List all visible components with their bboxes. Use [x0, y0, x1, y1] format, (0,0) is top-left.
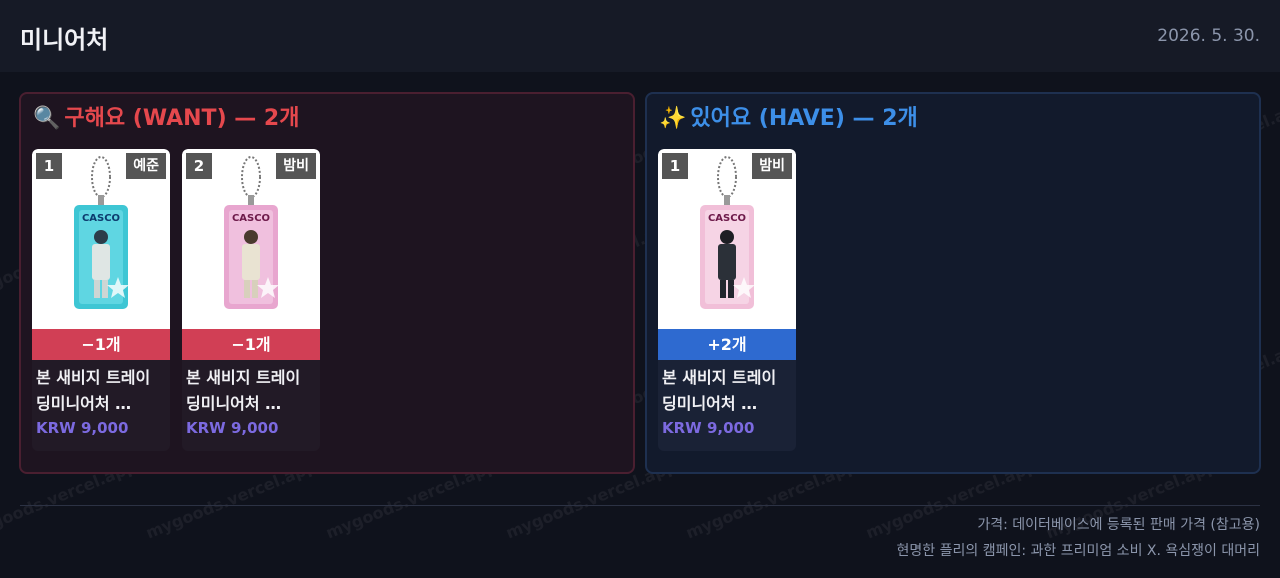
footer-divider [20, 505, 1260, 506]
page-title: 미니어처 [20, 26, 109, 54]
count-bar: −1개 [32, 329, 170, 360]
sparkles-icon: ✨ [659, 106, 687, 131]
product-price: KRW 9,000 [186, 419, 279, 437]
rank-badge: 1 [662, 153, 688, 179]
product-image: CASCO 1 예준 [32, 149, 170, 329]
product-name-line2: 딩미니어처 … [36, 394, 132, 413]
magnifier-icon: 🔍 [33, 106, 61, 131]
want-title-text: 구해요 (WANT) — 2개 [64, 106, 300, 131]
product-name-line1: 본 새비지 트레이 [36, 368, 151, 387]
count-bar: −1개 [182, 329, 320, 360]
have-title-text: 있어요 (HAVE) — 2개 [690, 106, 918, 131]
product-name: 본 새비지 트레이 딩미니어처 … [186, 365, 318, 417]
product-image: CASCO 2 밤비 [182, 149, 320, 329]
rank-badge: 1 [36, 153, 62, 179]
member-badge: 예준 [126, 153, 166, 179]
product-name: 본 새비지 트레이 딩미니어처 … [662, 365, 794, 417]
svg-text:CASCO: CASCO [708, 213, 746, 224]
product-name-line1: 본 새비지 트레이 [662, 368, 777, 387]
product-name-line1: 본 새비지 트레이 [186, 368, 301, 387]
have-panel-title: ✨ 있어요 (HAVE) — 2개 [659, 100, 918, 132]
header-bar: 미니어처 2026. 5. 30. [0, 0, 1280, 72]
count-bar: +2개 [658, 329, 796, 360]
product-image: CASCO 1 밤비 [658, 149, 796, 329]
svg-text:CASCO: CASCO [82, 213, 120, 224]
product-price: KRW 9,000 [36, 419, 129, 437]
footer-price-note: 가격: 데이터베이스에 등록된 판매 가격 (참고용) [977, 517, 1260, 533]
want-card-1[interactable]: CASCO 1 예준 −1개 본 새비지 트레이 딩미니어처 … KRW 9,0… [32, 149, 170, 451]
rank-badge: 2 [186, 153, 212, 179]
svg-text:CASCO: CASCO [232, 213, 270, 224]
member-badge: 밤비 [276, 153, 316, 179]
want-panel-title: 🔍 구해요 (WANT) — 2개 [33, 100, 300, 132]
product-name: 본 새비지 트레이 딩미니어처 … [36, 365, 168, 417]
product-name-line2: 딩미니어처 … [186, 394, 282, 413]
member-badge: 밤비 [752, 153, 792, 179]
footer-campaign-note: 현명한 플리의 캠페인: 과한 프리미엄 소비 X. 욕심쟁이 대머리 [896, 543, 1260, 559]
page-date: 2026. 5. 30. [1157, 26, 1260, 46]
product-name-line2: 딩미니어처 … [662, 394, 758, 413]
have-panel: ✨ 있어요 (HAVE) — 2개 CASCO 1 밤비 +2개 본 새비지 트레… [645, 92, 1261, 474]
product-price: KRW 9,000 [662, 419, 755, 437]
have-card-1[interactable]: CASCO 1 밤비 +2개 본 새비지 트레이 딩미니어처 … KRW 9,0… [658, 149, 796, 451]
want-card-2[interactable]: CASCO 2 밤비 −1개 본 새비지 트레이 딩미니어처 … KRW 9,0… [182, 149, 320, 451]
want-panel: 🔍 구해요 (WANT) — 2개 CASCO 1 예준 −1개 본 새비지 트레… [19, 92, 635, 474]
